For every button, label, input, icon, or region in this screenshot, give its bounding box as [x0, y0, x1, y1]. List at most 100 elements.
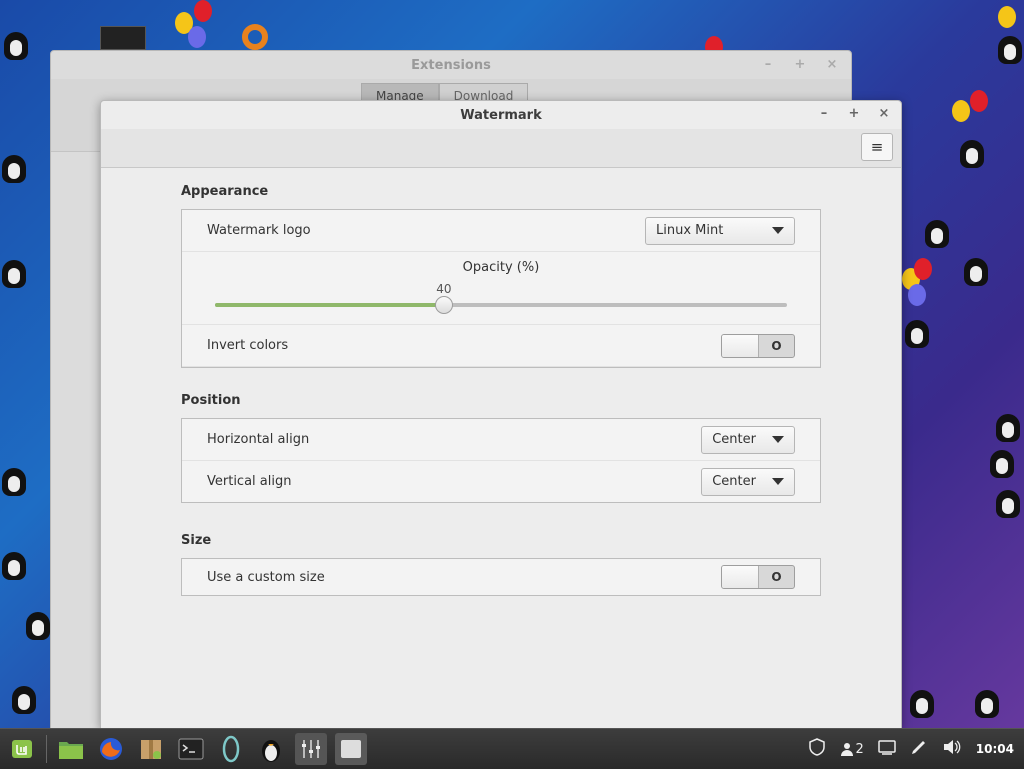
dropdown-arrow-icon: [772, 436, 784, 443]
penguin-icon: [996, 490, 1020, 518]
custom-size-label: Use a custom size: [207, 569, 325, 585]
workspace-count: 2: [855, 741, 864, 757]
dropdown-arrow-icon: [772, 227, 784, 234]
minimize-icon[interactable]: –: [761, 57, 775, 72]
vertical-align-row: Vertical align Center: [182, 461, 820, 502]
mixer-icon: [302, 740, 320, 758]
system-tray: 2 10:04: [808, 729, 1014, 769]
penguin-icon: [2, 468, 26, 496]
opacity-row: Opacity (%) 40: [182, 252, 820, 325]
horizontal-align-value: Center: [712, 432, 756, 447]
custom-size-switch[interactable]: O: [721, 565, 795, 589]
blank-app-icon: [341, 740, 361, 758]
active-window-button[interactable]: [335, 733, 367, 765]
position-frame: Horizontal align Center Vertical align C…: [181, 418, 821, 503]
opacity-slider-thumb[interactable]: [434, 296, 453, 314]
penguin-icon: [262, 740, 280, 762]
files-launcher[interactable]: [55, 733, 87, 765]
minimize-icon[interactable]: –: [817, 106, 831, 121]
opacity-label: Opacity (%): [462, 260, 540, 275]
watermark-logo-value: Linux Mint: [656, 223, 724, 238]
window-header: ≡: [101, 129, 901, 168]
penguin-icon: [996, 414, 1020, 442]
dropdown-arrow-icon: [772, 478, 784, 485]
extensions-title: Extensions: [411, 57, 491, 73]
horizontal-align-dropdown[interactable]: Center: [701, 425, 795, 454]
position-heading: Position: [181, 393, 241, 408]
opacity-slider[interactable]: [215, 296, 787, 314]
watermark-logo-row: Watermark logo Linux Mint: [182, 210, 820, 252]
terminal-icon: [178, 738, 204, 760]
watermark-logo-label: Watermark logo: [207, 223, 311, 238]
vertical-align-dropdown[interactable]: Center: [701, 467, 795, 496]
close-icon[interactable]: ×: [825, 57, 839, 72]
switch-knob: [722, 334, 759, 357]
firefox-launcher[interactable]: [95, 733, 127, 765]
invert-colors-row: Invert colors O: [182, 325, 820, 367]
window-title: Watermark: [460, 107, 542, 123]
penguin-icon: [990, 450, 1014, 478]
desktop-dark-icon: [100, 26, 146, 50]
penguin-icon: [960, 140, 984, 168]
maximize-icon[interactable]: +: [847, 106, 861, 121]
archive-icon: [141, 740, 161, 759]
ring-launcher[interactable]: [215, 733, 247, 765]
user-indicator[interactable]: 2: [840, 742, 864, 757]
switch-knob: [722, 566, 759, 588]
mint-menu-icon: [12, 740, 32, 758]
maximize-icon[interactable]: +: [793, 57, 807, 72]
penguin-icon: [12, 686, 36, 714]
hamburger-icon: ≡: [870, 138, 884, 156]
archive-launcher[interactable]: [135, 733, 167, 765]
balloon-icon: [952, 100, 970, 122]
custom-size-row: Use a custom size O: [182, 559, 820, 595]
horizontal-align-label: Horizontal align: [207, 432, 310, 447]
watermark-window: Watermark – + × ≡ Appearance Watermark l…: [100, 100, 902, 729]
terminal-launcher[interactable]: [175, 733, 207, 765]
keyboard-icon[interactable]: [878, 739, 896, 759]
size-heading: Size: [181, 533, 212, 548]
balloon-icon: [188, 26, 206, 48]
invert-colors-switch[interactable]: O: [721, 333, 795, 358]
penguin-icon: [2, 260, 26, 288]
appearance-frame: Watermark logo Linux Mint Opacity (%) 40…: [181, 209, 821, 368]
ring-icon: [222, 735, 240, 763]
user-icon: [840, 743, 853, 756]
hamburger-menu-button[interactable]: ≡: [861, 133, 893, 161]
taskbar: 2 10:04: [0, 728, 1024, 769]
watermark-titlebar[interactable]: Watermark – + ×: [101, 101, 901, 129]
horizontal-align-row: Horizontal align Center: [182, 419, 820, 461]
clock[interactable]: 10:04: [976, 742, 1014, 756]
penguin-launcher[interactable]: [255, 733, 287, 765]
balloon-icon: [194, 0, 212, 22]
penguin-icon: [925, 220, 949, 248]
extensions-titlebar[interactable]: Extensions – + ×: [51, 51, 851, 79]
penguin-icon: [998, 36, 1022, 64]
pen-icon[interactable]: [910, 738, 928, 760]
balloon-icon: [998, 6, 1016, 28]
close-icon[interactable]: ×: [877, 106, 891, 121]
balloon-icon: [970, 90, 988, 112]
penguin-icon: [910, 690, 934, 718]
penguin-icon: [975, 690, 999, 718]
firefox-icon: [100, 738, 122, 760]
balloon-icon: [914, 258, 932, 280]
volume-icon[interactable]: [942, 738, 962, 760]
invert-colors-label: Invert colors: [207, 338, 289, 353]
shield-icon[interactable]: [808, 738, 826, 760]
balloon-icon: [908, 284, 926, 306]
desktop-ring-icon: [242, 24, 268, 50]
vertical-align-label: Vertical align: [207, 474, 292, 489]
mixer-launcher[interactable]: [295, 733, 327, 765]
size-frame: Use a custom size O: [181, 558, 821, 596]
appearance-heading: Appearance: [181, 184, 269, 199]
penguin-icon: [905, 320, 929, 348]
watermark-logo-dropdown[interactable]: Linux Mint: [645, 216, 795, 245]
mint-menu-button[interactable]: [6, 733, 38, 765]
penguin-icon: [2, 552, 26, 580]
vertical-align-value: Center: [712, 474, 756, 489]
files-icon: [59, 742, 83, 759]
switch-state: O: [771, 570, 782, 584]
opacity-value: 40: [436, 282, 452, 296]
taskbar-separator: [46, 735, 47, 763]
